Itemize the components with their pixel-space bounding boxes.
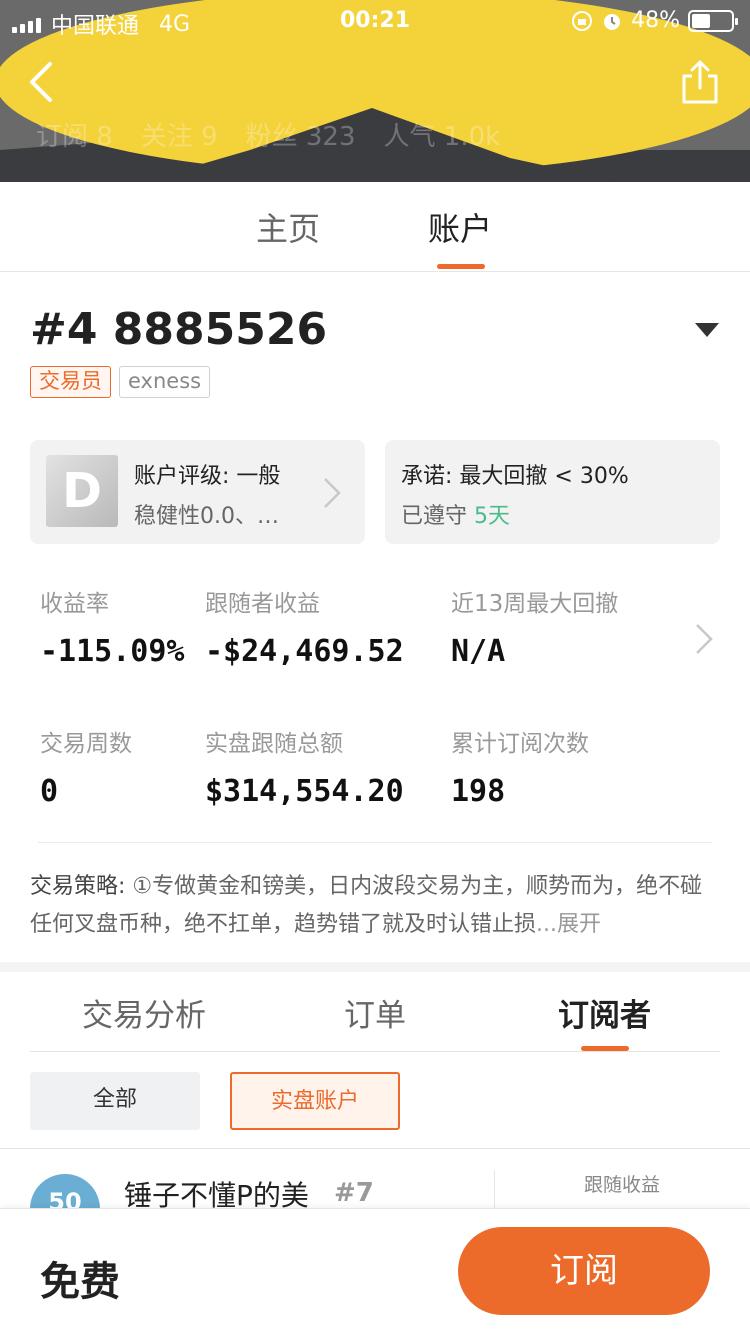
tab-orders[interactable]: 订单 <box>344 990 406 1035</box>
trading-strategy[interactable]: 交易策略: ①专做黄金和镑美，日内波段交易为主，顺势而为，绝不碰任何叉盘币种，绝… <box>30 868 720 944</box>
share-icon <box>682 60 718 104</box>
trader-tag: 交易员 <box>30 366 111 398</box>
account-switch-button[interactable] <box>694 322 720 342</box>
list-divider <box>0 1148 750 1149</box>
subscribe-button[interactable]: 订阅 <box>458 1227 710 1315</box>
promise-card: 承诺: 最大回撤 < 30% 已遵守 5天 <box>385 440 720 544</box>
battery-icon <box>688 9 738 32</box>
subscriber-name: 锤子不懂P的美 <box>124 1179 309 1208</box>
strategy-label: 交易策略: <box>30 874 126 899</box>
sub-tab-bar: 交易分析 订单 订阅者 <box>30 972 720 1052</box>
tab-subscribers[interactable]: 订阅者 <box>558 990 651 1035</box>
price-label: 免费 <box>40 1259 120 1305</box>
divider <box>38 842 712 843</box>
tab-trade-analysis[interactable]: 交易分析 <box>82 990 206 1035</box>
stat-following: 关注 9 <box>140 122 218 152</box>
avatar: 50 <box>30 1174 100 1208</box>
promise-status: 已遵守 5天 <box>401 498 510 530</box>
caret-down-icon <box>695 323 719 337</box>
strategy-text: ①专做黄金和镑美，日内波段交易为主，顺势而为，绝不碰任何叉盘币种，绝不扛单，趋势… <box>30 874 703 937</box>
broker-tag: exness <box>119 366 211 398</box>
follow-profit-label: 跟随收益 <box>584 1174 661 1196</box>
stat-follow-total-value: $314,554.20 <box>205 774 404 809</box>
stat-subscriptions-value: 198 <box>451 774 506 809</box>
filter-real-account-button[interactable]: 实盘账户 <box>230 1072 400 1130</box>
section-gap <box>0 962 750 972</box>
account-tags: 交易员 exness <box>30 366 211 398</box>
main-tab-bar: 主页 账户 <box>0 182 750 272</box>
bottom-action-bar: 免费 订阅 <box>0 1208 750 1334</box>
promise-days: 5天 <box>474 504 510 529</box>
stat-fans: 粉丝 323 <box>245 122 356 152</box>
promise-title: 承诺: 最大回撤 < 30% <box>401 464 629 489</box>
rating-title: 账户评级: 一般 <box>134 464 281 489</box>
sub-tab-active-indicator <box>581 1046 629 1051</box>
rating-subtitle: 稳健性0.0、… <box>134 504 279 529</box>
status-bar: 中国联通 4G 00:21 48% <box>0 0 750 40</box>
stat-follow-total-label: 实盘跟随总额 <box>205 731 343 757</box>
rating-grade-badge: D <box>46 455 118 527</box>
chevron-right-icon <box>696 624 713 654</box>
stat-trade-weeks-label: 交易周数 <box>40 731 132 757</box>
tab-home[interactable]: 主页 <box>256 204 320 250</box>
tab-account[interactable]: 账户 <box>428 204 492 250</box>
profile-stats: 订阅 8 关注 9 粉丝 323 人气 1.0k <box>36 116 500 153</box>
share-button[interactable] <box>676 58 724 106</box>
stat-subscriptions: 订阅 8 <box>36 122 113 152</box>
column-divider <box>494 1170 495 1208</box>
stat-popularity: 人气 1.0k <box>383 122 501 152</box>
stat-follower-profit-value: -$24,469.52 <box>205 634 404 669</box>
tab-active-indicator <box>437 264 485 269</box>
stat-return-value: -115.09% <box>40 634 185 669</box>
stat-subscriptions-label: 累计订阅次数 <box>451 731 589 757</box>
stat-follower-profit-label: 跟随者收益 <box>205 591 320 617</box>
chevron-left-icon <box>30 62 52 102</box>
filter-all-button[interactable]: 全部 <box>30 1072 200 1130</box>
alarm-icon <box>604 13 621 30</box>
orientation-lock-icon <box>572 10 593 31</box>
subscriber-rank: #7 <box>334 1178 374 1208</box>
strategy-expand-link[interactable]: ...展开 <box>536 912 601 937</box>
back-button[interactable] <box>20 58 68 106</box>
stat-trade-weeks-value: 0 <box>40 774 59 809</box>
stat-return-label: 收益率 <box>40 591 109 617</box>
promise-status-prefix: 已遵守 <box>401 504 474 529</box>
battery-percent: 48% <box>631 8 680 33</box>
stat-max-drawdown-label: 近13周最大回撤 <box>451 591 619 617</box>
chevron-right-icon <box>324 478 341 508</box>
account-number: #4 8885526 <box>30 304 328 355</box>
account-rating-card[interactable]: D 账户评级: 一般 稳健性0.0、… <box>30 440 365 544</box>
list-item[interactable]: 50 锤子不懂P的美 #7 跟随收益 <box>0 1150 750 1208</box>
profile-banner: 中国联通 4G 00:21 48% 订阅 8 关注 9 粉丝 323 人气 1.… <box>0 0 750 182</box>
stat-max-drawdown-value: N/A <box>451 634 506 669</box>
